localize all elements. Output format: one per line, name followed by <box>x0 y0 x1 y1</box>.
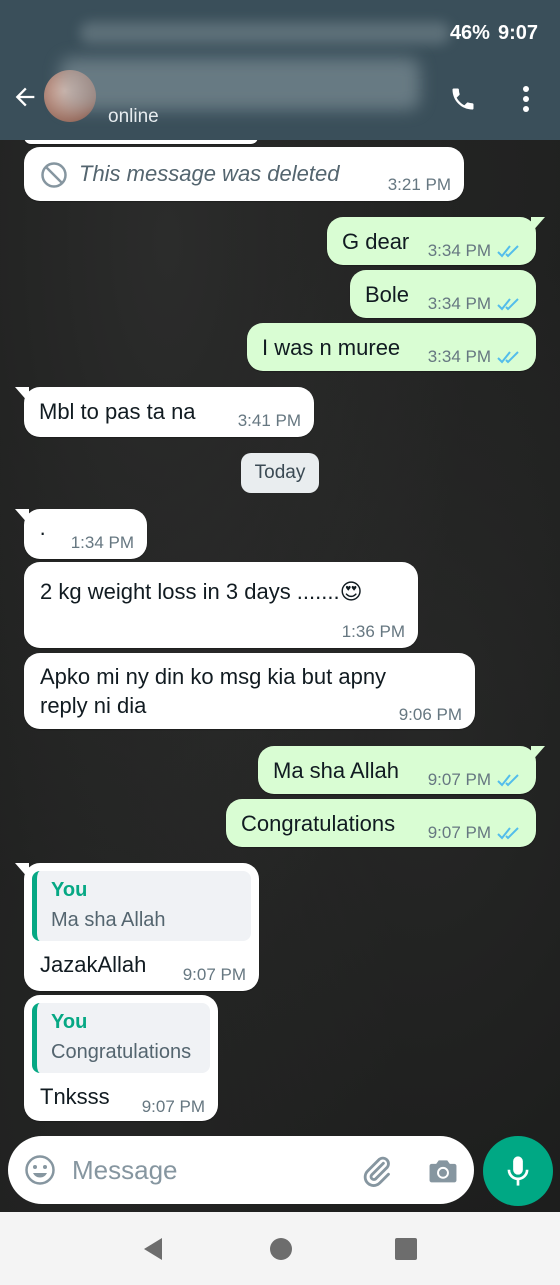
clock: 9:07 <box>497 21 538 44</box>
message-list[interactable]: This message was deleted 3:21 PM G dear … <box>0 130 560 1140</box>
message-text-line-2: reply ni dia <box>40 693 147 718</box>
double-check-icon <box>497 774 519 787</box>
date-separator: Today <box>241 453 319 493</box>
microphone-icon <box>507 1156 529 1186</box>
nav-recents-icon[interactable] <box>394 1237 418 1261</box>
message-bubble-incoming[interactable]: · 1:34 PM <box>15 509 147 559</box>
voice-record-button[interactable] <box>483 1136 553 1206</box>
status-icons-blurred <box>80 22 450 44</box>
double-check-icon <box>497 245 519 258</box>
message-text: Tnksss <box>40 1084 110 1109</box>
message-meta: 9:07 PM <box>428 823 523 843</box>
message-text: G dear <box>342 229 410 254</box>
phone-icon <box>452 88 474 110</box>
message-text: JazakAllah <box>40 952 147 977</box>
message-bubble-incoming[interactable]: Apko mi ny din ko msg kia but apny reply… <box>24 653 475 729</box>
message-bubble-outgoing[interactable]: G dear 3:34 PM <box>327 217 545 265</box>
message-text: I was n muree <box>262 335 401 360</box>
double-check-icon <box>497 827 519 840</box>
nav-back-icon[interactable] <box>140 1236 166 1262</box>
message-time: 1:36 PM <box>341 622 405 641</box>
message-text-line-1: Apko mi ny din ko msg kia but apny <box>40 664 387 689</box>
message-text: · <box>39 520 47 545</box>
quote-author: You <box>51 879 88 901</box>
chat-header: 46% 9:07 online <box>0 0 560 140</box>
voice-call-button[interactable] <box>446 82 480 116</box>
message-time: 3:21 PM <box>387 175 451 194</box>
quoted-message[interactable]: You Congratulations <box>32 1003 210 1073</box>
block-icon <box>41 162 67 188</box>
arrow-left-icon <box>15 87 35 107</box>
more-vertical-icon <box>523 86 529 112</box>
quote-text: Congratulations <box>51 1041 192 1063</box>
message-time: 9:07 PM <box>141 1097 205 1116</box>
message-text: 2 kg weight loss in 3 days .......😍 <box>40 579 363 604</box>
system-nav-bar <box>0 1212 560 1285</box>
message-composer <box>8 1136 474 1204</box>
message-time: 9:06 PM <box>398 705 462 724</box>
message-time: 3:34 PM <box>427 347 491 366</box>
message-bubble-outgoing[interactable]: Ma sha Allah 9:07 PM <box>258 746 545 794</box>
message-time: 3:34 PM <box>427 294 491 313</box>
message-text: Ma sha Allah <box>273 758 399 783</box>
camera-icon[interactable] <box>426 1154 460 1188</box>
message-bubble-outgoing[interactable]: Bole 3:34 PM <box>350 270 536 318</box>
nav-home-icon[interactable] <box>268 1236 294 1262</box>
back-button[interactable] <box>8 80 42 114</box>
message-time: 9:07 PM <box>182 965 246 984</box>
message-meta: 3:34 PM <box>428 347 523 367</box>
message-time: 9:07 PM <box>427 770 491 789</box>
quoted-message[interactable]: You Ma sha Allah <box>32 871 251 941</box>
message-bubble-reply[interactable]: You Congratulations Tnksss 9:07 PM <box>24 995 218 1121</box>
message-bubble-reply[interactable]: You Ma sha Allah JazakAllah 9:07 PM <box>15 863 259 991</box>
message-text: Mbl to pas ta na <box>39 399 196 424</box>
double-check-icon <box>497 351 519 364</box>
message-bubble-outgoing[interactable]: I was n muree 3:34 PM <box>247 323 536 371</box>
message-time: 3:34 PM <box>427 241 491 260</box>
message-meta: 3:34 PM <box>428 294 523 314</box>
status-bar: 46% 9:07 <box>450 18 538 48</box>
message-bubble-outgoing[interactable]: Congratulations 9:07 PM <box>226 799 536 847</box>
message-bubble-deleted[interactable]: This message was deleted 3:21 PM <box>24 147 464 201</box>
paperclip-icon[interactable] <box>360 1154 394 1188</box>
message-time: 9:07 PM <box>427 823 491 842</box>
message-input[interactable] <box>72 1150 342 1190</box>
message-bubble-incoming[interactable]: Mbl to pas ta na 3:41 PM <box>15 387 314 437</box>
quote-author: You <box>51 1011 88 1033</box>
message-time: 1:34 PM <box>70 533 134 552</box>
quote-text: Ma sha Allah <box>51 909 166 931</box>
contact-name-blurred[interactable] <box>60 58 420 110</box>
message-time: 3:41 PM <box>237 411 301 430</box>
battery-percent: 46% <box>449 21 490 44</box>
message-text: Bole <box>365 282 410 307</box>
message-text: This message was deleted <box>79 161 340 186</box>
message-meta: 3:34 PM <box>428 241 523 261</box>
message-text: Congratulations <box>241 811 396 836</box>
more-options-button[interactable] <box>512 82 540 116</box>
emoji-icon[interactable] <box>24 1154 56 1186</box>
message-bubble-incoming[interactable]: 2 kg weight loss in 3 days .......😍 1:36… <box>24 562 418 648</box>
message-meta: 9:07 PM <box>428 770 523 790</box>
contact-status: online <box>108 106 159 127</box>
double-check-icon <box>497 298 519 311</box>
